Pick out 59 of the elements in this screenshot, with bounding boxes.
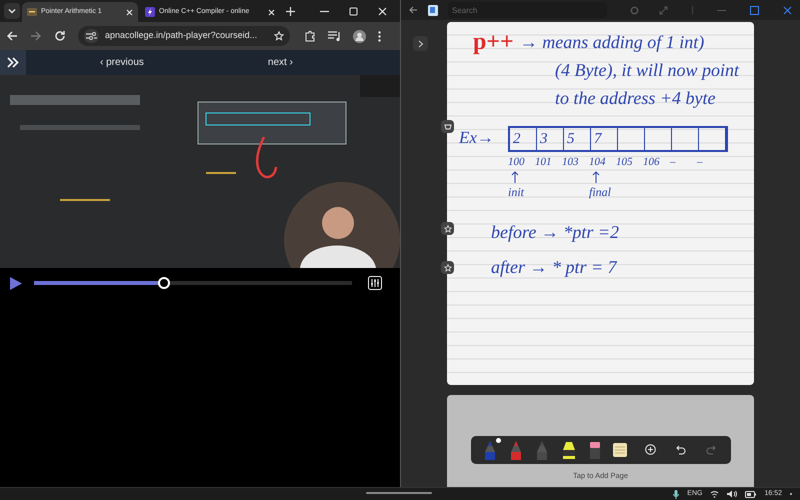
handwritten-text: init (508, 184, 524, 200)
handwritten-text: after → * ptr = 7 (490, 256, 618, 279)
microphone-icon[interactable] (673, 490, 680, 498)
handwritten-text: 105 (616, 155, 632, 170)
site-info-icon[interactable] (84, 29, 99, 43)
new-tab-icon[interactable] (286, 7, 295, 16)
volume-icon[interactable] (727, 490, 738, 498)
add-icon[interactable] (644, 444, 656, 456)
media-control-icon[interactable] (328, 30, 341, 42)
equalizer-icon[interactable] (368, 276, 382, 290)
handwritten-text: 101 (535, 155, 552, 170)
handwritten-text: Ex→ (459, 127, 495, 149)
next-link[interactable]: next › (268, 55, 293, 70)
chevrons-icon (7, 57, 19, 68)
forward-icon[interactable] (30, 30, 42, 42)
paper-style-button[interactable] (612, 442, 626, 458)
handwritten-text: to the address +4 byte (555, 87, 716, 110)
reload-icon[interactable] (54, 30, 66, 42)
handwritten-text: 106 (643, 155, 660, 170)
extensions-icon[interactable] (304, 30, 316, 42)
profile-avatar-icon[interactable] (353, 30, 366, 42)
menu-icon[interactable] (378, 30, 381, 42)
handwritten-text: – (697, 155, 702, 170)
previous-link[interactable]: ‹ previous (100, 55, 144, 70)
pen-tool[interactable] (508, 440, 522, 460)
ink-tag-icon[interactable] (441, 120, 454, 133)
back-icon[interactable] (409, 6, 418, 14)
address-bar[interactable]: apnacollege.in/path-player?courseid... (78, 26, 290, 46)
arrow-icon (592, 170, 600, 182)
star-icon[interactable] (274, 31, 284, 41)
handwritten-text: (4 Byte), it will now point (555, 59, 739, 82)
sidebar-toggle-button[interactable] (0, 50, 26, 75)
handwritten-text: before → *ptr =2 (490, 220, 620, 244)
url-text: apnacollege.in/path-player?courseid... (105, 29, 258, 42)
battery-icon[interactable] (745, 490, 756, 498)
favicon-icon (27, 8, 37, 16)
array-drawing: 2 3 5 7 (508, 126, 728, 152)
arrow-icon (511, 170, 519, 182)
handwritten-text: p++ (473, 28, 514, 56)
handwritten-text: 103 (562, 155, 578, 170)
handwritten-text: 100 (508, 155, 524, 170)
play-icon[interactable] (10, 276, 22, 290)
expand-button[interactable] (413, 36, 428, 51)
undo-icon[interactable] (676, 444, 686, 455)
eraser-tool[interactable] (588, 440, 600, 459)
progress-thumb[interactable] (158, 277, 170, 289)
handwritten-text: final (589, 184, 612, 200)
chevron-icon (418, 40, 424, 48)
star-icon[interactable] (441, 261, 454, 274)
tab-list-icon[interactable] (4, 3, 20, 19)
handwritten-text: – (670, 155, 676, 170)
handwritten-text: 104 (589, 155, 606, 170)
wifi-icon[interactable] (710, 490, 720, 498)
highlighter-tool[interactable] (560, 440, 576, 459)
star-icon[interactable] (441, 222, 454, 235)
search-field[interactable]: Search (448, 2, 607, 18)
favicon-icon (145, 7, 155, 17)
handwritten-text: → means adding of 1 int) (520, 31, 704, 54)
app-icon (428, 4, 438, 16)
